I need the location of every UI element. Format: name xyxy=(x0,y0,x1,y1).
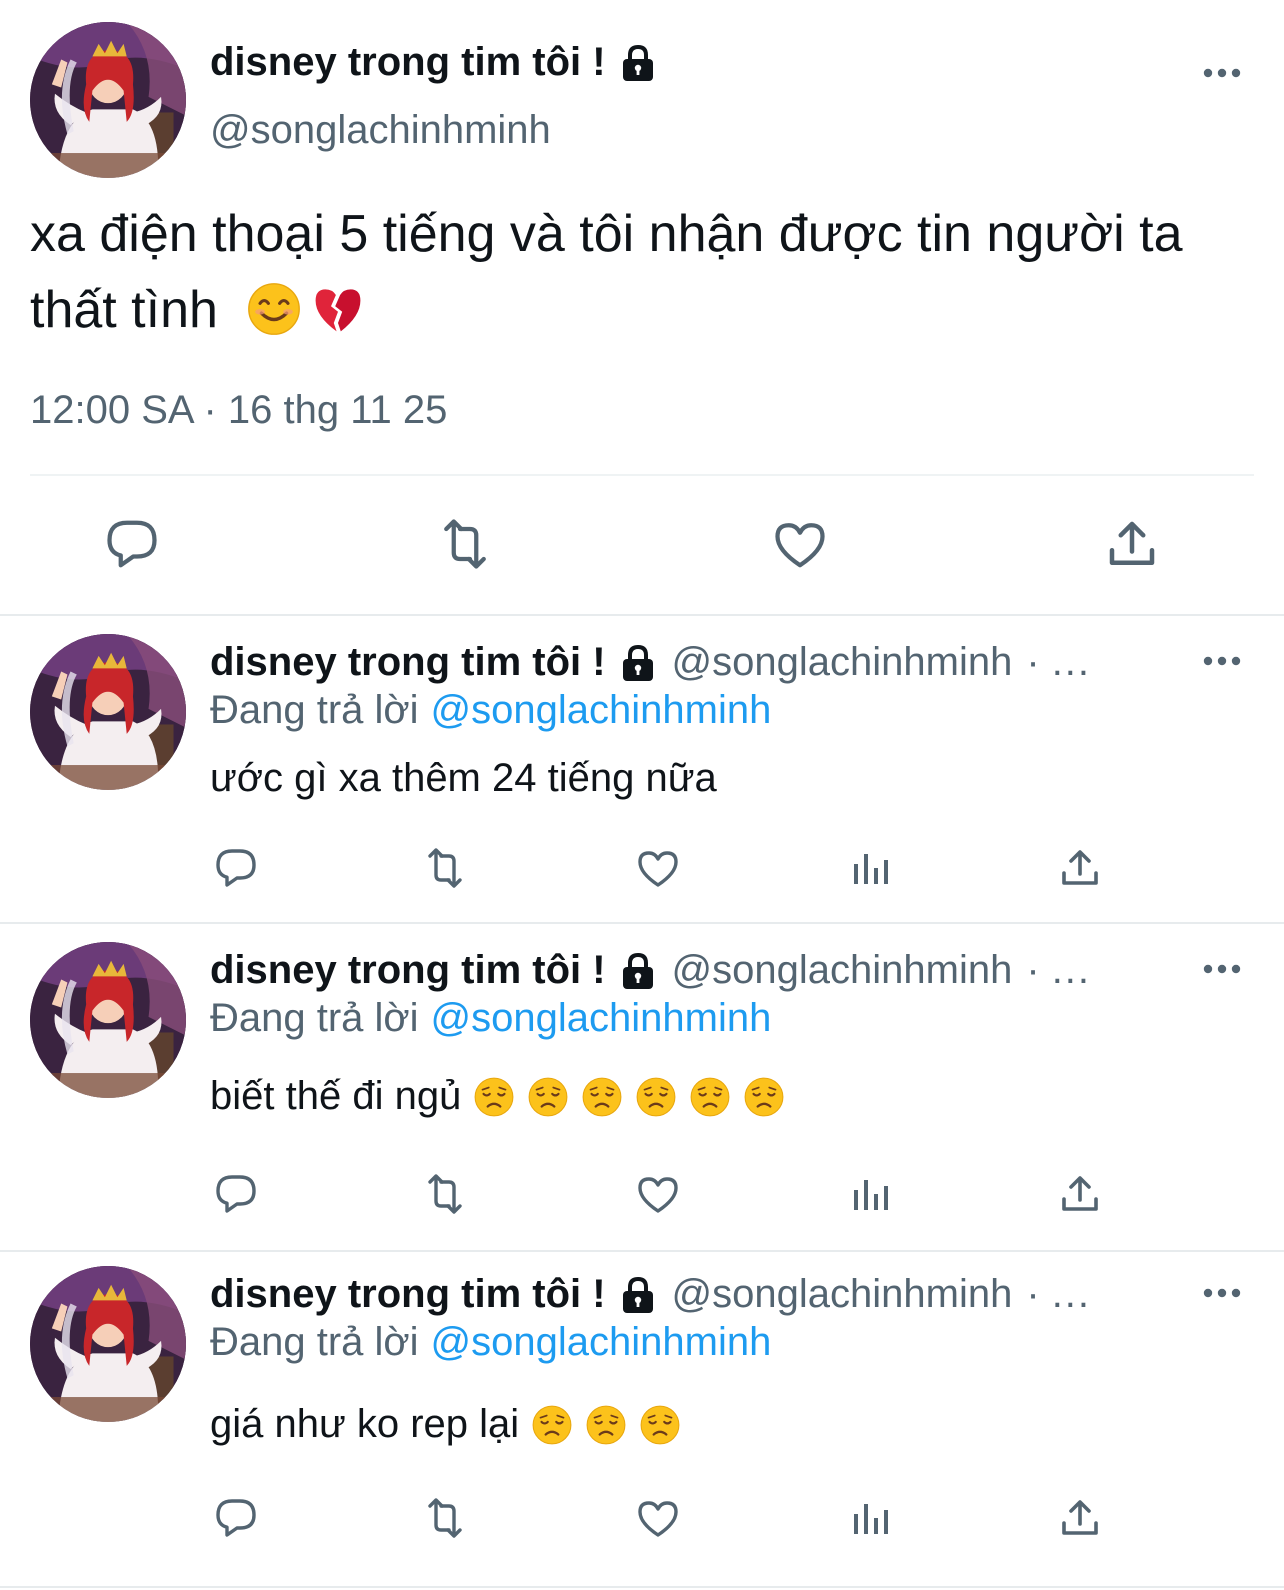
disappointed-face-emoji xyxy=(635,1076,677,1118)
smiling-face-emoji xyxy=(246,281,302,337)
truncated-timestamp: ... xyxy=(1051,948,1092,992)
disappointed-face-emoji xyxy=(531,1404,573,1446)
lock-icon xyxy=(618,951,658,991)
lock-icon xyxy=(618,643,658,683)
author-name[interactable]: disney trong tim tôi ! xyxy=(210,1272,606,1317)
retweet-icon[interactable] xyxy=(421,1170,469,1218)
author-name[interactable]: disney trong tim tôi ! xyxy=(210,640,606,685)
replying-label: Đang trả lời xyxy=(210,996,419,1040)
author-name[interactable]: disney trong tim tôi ! xyxy=(210,948,606,993)
more-options-icon[interactable] xyxy=(1202,962,1242,976)
more-options-icon[interactable] xyxy=(1202,654,1242,668)
divider xyxy=(0,1586,1284,1588)
lock-icon xyxy=(618,43,658,83)
divider xyxy=(30,474,1254,476)
author-handle[interactable]: @songlachinhminh xyxy=(672,948,1013,993)
truncated-timestamp: ... xyxy=(1051,640,1092,684)
tweet-text: xa điện thoại 5 tiếng và tôi nhận được t… xyxy=(30,196,1260,348)
reply-tweet[interactable]: disney trong tim tôi ! @songlachinhminh … xyxy=(0,618,1284,918)
disappointed-face-emoji xyxy=(527,1076,569,1118)
views-icon[interactable] xyxy=(846,1494,894,1542)
author-name-row[interactable]: disney trong tim tôi ! xyxy=(210,40,658,85)
reply-icon[interactable] xyxy=(212,1170,260,1218)
author-handle[interactable]: @songlachinhminh xyxy=(672,640,1013,685)
retweet-icon[interactable] xyxy=(421,844,469,892)
reply-body: biết thế đi ngủ xyxy=(210,1074,462,1118)
reply-header: disney trong tim tôi ! @songlachinhminh … xyxy=(210,948,1091,993)
divider xyxy=(0,1250,1284,1252)
broken-heart-emoji xyxy=(310,281,366,337)
disappointed-face-emoji xyxy=(585,1404,627,1446)
reply-body: giá như ko rep lại xyxy=(210,1402,520,1446)
share-icon[interactable] xyxy=(1056,844,1104,892)
author-name[interactable]: disney trong tim tôi ! xyxy=(210,40,606,85)
reply-icon[interactable] xyxy=(212,1494,260,1542)
truncated-timestamp: ... xyxy=(1051,1272,1092,1316)
disappointed-face-emoji xyxy=(689,1076,731,1118)
tweet-thread: disney trong tim tôi ! @songlachinhminh … xyxy=(0,0,1284,1590)
avatar[interactable] xyxy=(30,22,186,178)
replying-to-handle[interactable]: @songlachinhminh xyxy=(431,996,772,1040)
reply-tweet[interactable]: disney trong tim tôi ! @songlachinhminh … xyxy=(0,1254,1284,1584)
share-icon[interactable] xyxy=(1056,1494,1104,1542)
reply-text: biết thế đi ngủ xyxy=(210,1074,785,1119)
more-options-icon[interactable] xyxy=(1202,66,1242,80)
reply-tweet[interactable]: disney trong tim tôi ! @songlachinhminh … xyxy=(0,926,1284,1246)
avatar[interactable] xyxy=(30,1266,186,1422)
reply-header: disney trong tim tôi ! @songlachinhminh … xyxy=(210,640,1091,685)
replying-to-handle[interactable]: @songlachinhminh xyxy=(431,1320,772,1364)
share-icon[interactable] xyxy=(1056,1170,1104,1218)
replying-label: Đang trả lời xyxy=(210,1320,419,1364)
disappointed-face-emoji xyxy=(639,1404,681,1446)
views-icon[interactable] xyxy=(846,844,894,892)
avatar[interactable] xyxy=(30,634,186,790)
reply-header: disney trong tim tôi ! @songlachinhminh … xyxy=(210,1272,1091,1317)
separator-dot: · xyxy=(1026,640,1040,684)
like-icon[interactable] xyxy=(770,514,830,574)
lock-icon xyxy=(618,1275,658,1315)
replying-label: Đang trả lời xyxy=(210,688,419,732)
replying-to: Đang trả lời @songlachinhminh xyxy=(210,996,771,1041)
avatar[interactable] xyxy=(30,942,186,1098)
replying-to: Đang trả lời @songlachinhminh xyxy=(210,1320,771,1365)
divider xyxy=(0,922,1284,924)
reply-icon[interactable] xyxy=(212,844,260,892)
retweet-icon[interactable] xyxy=(421,1494,469,1542)
reply-text: giá như ko rep lại xyxy=(210,1402,681,1447)
reply-icon[interactable] xyxy=(102,514,162,574)
divider xyxy=(0,614,1284,616)
views-icon[interactable] xyxy=(846,1170,894,1218)
main-tweet: disney trong tim tôi ! @songlachinhminh … xyxy=(0,0,1284,620)
tweet-body: xa điện thoại 5 tiếng và tôi nhận được t… xyxy=(30,205,1183,339)
more-options-icon[interactable] xyxy=(1202,1286,1242,1300)
reply-body: ước gì xa thêm 24 tiếng nữa xyxy=(210,756,717,800)
like-icon[interactable] xyxy=(634,1494,682,1542)
replying-to-handle[interactable]: @songlachinhminh xyxy=(431,688,772,732)
like-icon[interactable] xyxy=(634,844,682,892)
author-handle[interactable]: @songlachinhminh xyxy=(672,1272,1013,1317)
reply-text: ước gì xa thêm 24 tiếng nữa xyxy=(210,756,717,801)
like-icon[interactable] xyxy=(634,1170,682,1218)
retweet-icon[interactable] xyxy=(435,514,495,574)
disappointed-face-emoji xyxy=(581,1076,623,1118)
separator-dot: · xyxy=(1026,948,1040,992)
separator-dot: · xyxy=(1026,1272,1040,1316)
replying-to: Đang trả lời @songlachinhminh xyxy=(210,688,771,733)
disappointed-face-emoji xyxy=(473,1076,515,1118)
timestamp[interactable]: 12:00 SA · 16 thg 11 25 xyxy=(30,388,447,433)
author-handle[interactable]: @songlachinhminh xyxy=(210,108,551,153)
disappointed-face-emoji xyxy=(743,1076,785,1118)
share-icon[interactable] xyxy=(1102,514,1162,574)
